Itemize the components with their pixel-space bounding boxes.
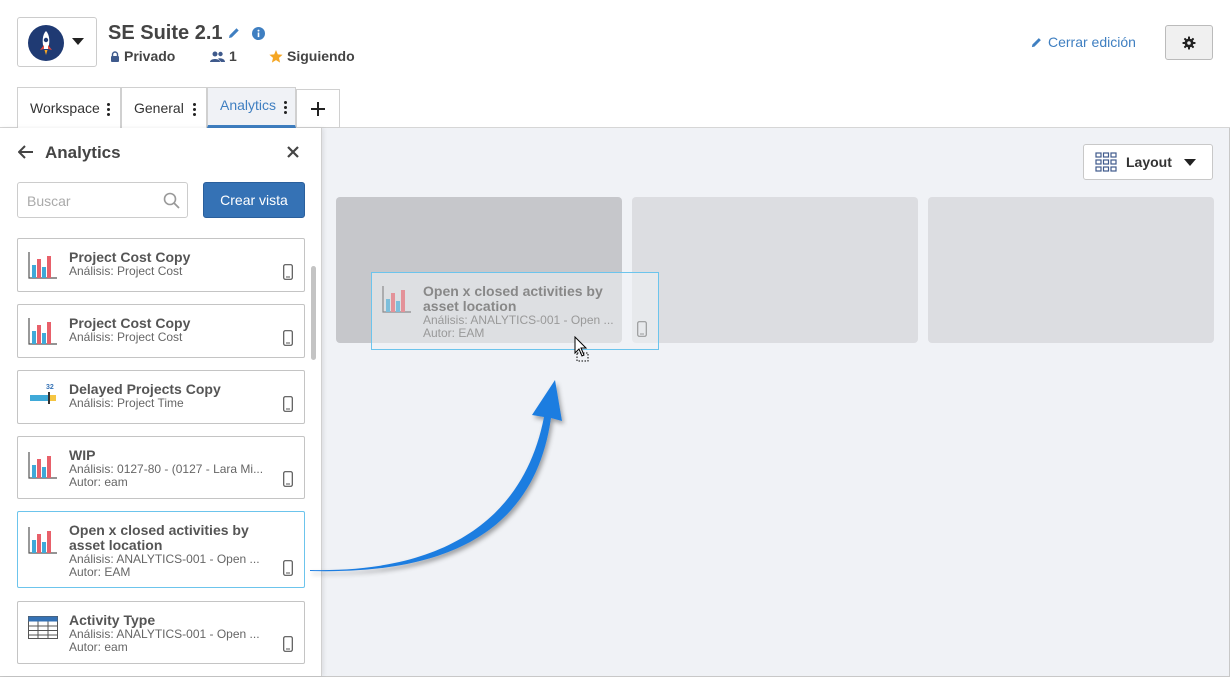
mobile-icon[interactable] bbox=[283, 330, 293, 346]
list-item[interactable]: Project Cost Copy Análisis: Project Cost bbox=[17, 304, 305, 358]
drop-slot-2[interactable] bbox=[632, 197, 918, 343]
item-title: Activity Type bbox=[69, 612, 156, 628]
mobile-icon[interactable] bbox=[283, 264, 293, 280]
item-analysis: Análisis: Project Cost bbox=[69, 330, 183, 344]
settings-button[interactable] bbox=[1165, 25, 1213, 60]
grid-icon bbox=[1095, 152, 1117, 172]
bar-chart-icon bbox=[28, 527, 57, 554]
drag-preview-analysis: Análisis: ANALYTICS-001 - Open ... bbox=[423, 313, 614, 327]
layout-dropdown[interactable]: Layout bbox=[1083, 144, 1213, 180]
members-label: 1 bbox=[229, 48, 237, 64]
drag-preview-author: Autor: EAM bbox=[423, 326, 485, 340]
item-title: WIP bbox=[69, 447, 96, 463]
kebab-menu-icon[interactable] bbox=[193, 103, 197, 118]
drop-slot-3[interactable] bbox=[928, 197, 1214, 343]
item-author: Autor: EAM bbox=[69, 565, 131, 579]
members-count[interactable]: 1 bbox=[210, 48, 237, 64]
add-tab-button[interactable] bbox=[296, 89, 340, 128]
search-input[interactable]: Buscar bbox=[17, 182, 188, 218]
mobile-icon[interactable] bbox=[283, 471, 293, 487]
item-analysis: Análisis: Project Time bbox=[69, 396, 184, 410]
follow-label: Siguiendo bbox=[287, 48, 355, 64]
chevron-down-icon bbox=[72, 38, 84, 45]
pencil-icon[interactable] bbox=[227, 26, 241, 40]
list-item-selected[interactable]: Open x closed activities by asset locati… bbox=[17, 511, 305, 588]
item-title: Delayed Projects Copy bbox=[69, 381, 221, 397]
users-icon bbox=[210, 51, 225, 62]
drag-preview-card: Open x closed activities by asset locati… bbox=[371, 272, 659, 350]
list-item[interactable]: WIP Análisis: 0127-80 - (0127 - Lara Mi.… bbox=[17, 436, 305, 499]
item-author: Autor: eam bbox=[69, 640, 128, 654]
privacy-status: Privado bbox=[110, 48, 175, 64]
back-arrow-icon[interactable] bbox=[18, 145, 34, 159]
tab-label: General bbox=[134, 100, 184, 116]
bar-chart-icon bbox=[382, 286, 411, 313]
kebab-menu-icon[interactable] bbox=[107, 103, 111, 118]
panel-title: Analytics bbox=[45, 143, 121, 162]
mobile-icon bbox=[637, 321, 647, 337]
gantt-icon: 32 bbox=[30, 384, 56, 404]
kebab-menu-icon[interactable] bbox=[284, 101, 288, 116]
drag-direction-arrow bbox=[310, 380, 562, 572]
list-item[interactable]: 32 Delayed Projects Copy Análisis: Proje… bbox=[17, 370, 305, 424]
tab-workspace[interactable]: Workspace bbox=[17, 87, 121, 128]
list-item[interactable]: Project Cost Copy Análisis: Project Cost bbox=[17, 238, 305, 292]
privacy-label: Privado bbox=[124, 48, 176, 64]
close-icon[interactable] bbox=[287, 146, 299, 158]
lock-icon bbox=[111, 50, 119, 62]
plus-icon bbox=[311, 101, 325, 116]
list-item[interactable]: Activity Type Análisis: ANALYTICS-001 - … bbox=[17, 601, 305, 664]
item-title: Open x closed activities by asset locati… bbox=[69, 522, 249, 553]
search-placeholder: Buscar bbox=[27, 193, 71, 209]
panel-scrollbar[interactable] bbox=[311, 266, 316, 360]
mobile-icon[interactable] bbox=[283, 560, 293, 576]
tab-general[interactable]: General bbox=[121, 87, 207, 128]
bar-chart-icon bbox=[28, 452, 57, 479]
tab-label: Workspace bbox=[30, 100, 100, 116]
page-title: SE Suite 2.1 bbox=[108, 22, 223, 44]
follow-status[interactable]: Siguiendo bbox=[269, 48, 355, 64]
search-icon[interactable] bbox=[163, 192, 180, 209]
header: SE Suite 2.1 Privado 1 Siguiendo Cerrar … bbox=[0, 0, 1230, 128]
svg-text:32: 32 bbox=[46, 384, 54, 391]
info-icon[interactable] bbox=[252, 27, 265, 40]
table-icon bbox=[28, 616, 58, 639]
item-author: Autor: eam bbox=[69, 475, 128, 489]
mobile-icon[interactable] bbox=[283, 396, 293, 412]
bar-chart-icon bbox=[28, 252, 57, 279]
item-analysis: Análisis: 0127-80 - (0127 - Lara Mi... bbox=[69, 462, 264, 476]
chevron-down-icon bbox=[1183, 158, 1196, 166]
star-icon bbox=[269, 49, 283, 63]
item-title: Project Cost Copy bbox=[69, 249, 191, 265]
close-edit-label: Cerrar edición bbox=[1048, 34, 1136, 50]
tab-analytics[interactable]: Analytics bbox=[207, 87, 296, 128]
create-view-button[interactable]: Crear vista bbox=[203, 182, 305, 218]
item-analysis: Análisis: ANALYTICS-001 - Open ... bbox=[69, 552, 260, 566]
layout-label: Layout bbox=[1126, 154, 1172, 170]
drag-preview-title: Open x closed activities by asset locati… bbox=[423, 283, 603, 314]
item-title: Project Cost Copy bbox=[69, 315, 191, 331]
close-edit-link[interactable]: Cerrar edición bbox=[1030, 34, 1136, 50]
item-analysis: Análisis: Project Cost bbox=[69, 264, 183, 278]
bar-chart-icon bbox=[28, 318, 57, 345]
cursor-icon bbox=[574, 336, 589, 362]
mobile-icon[interactable] bbox=[283, 636, 293, 652]
pencil-icon bbox=[1031, 37, 1041, 47]
tab-label: Analytics bbox=[220, 97, 277, 113]
workspace-logo-button[interactable] bbox=[17, 17, 97, 67]
rocket-icon bbox=[28, 25, 64, 61]
item-analysis: Análisis: ANALYTICS-001 - Open ... bbox=[69, 627, 260, 641]
gear-icon bbox=[1182, 36, 1196, 49]
